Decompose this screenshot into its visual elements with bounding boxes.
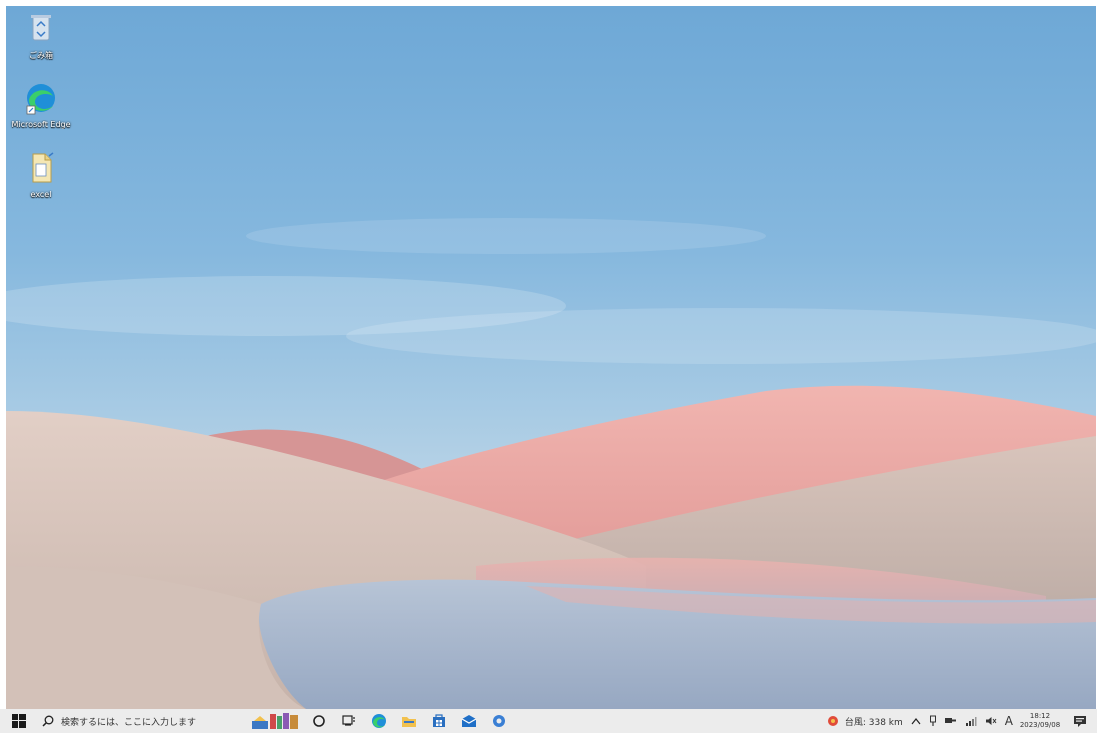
recycle-bin-icon [31, 15, 51, 41]
edge-label: Microsoft Edge [11, 120, 71, 129]
windows-logo-icon [12, 714, 26, 728]
start-button[interactable] [0, 709, 38, 733]
cortana-button[interactable] [304, 709, 334, 733]
notification-icon [1074, 716, 1086, 727]
gear-icon [493, 715, 505, 727]
usb-icon [929, 715, 936, 726]
input-indicator[interactable]: A [1001, 709, 1017, 733]
wifi-tray-button[interactable] [961, 709, 981, 733]
weather-widget[interactable]: 台風: 338 km [823, 709, 907, 733]
task-view-icon [342, 715, 355, 726]
taskbar-search-box[interactable]: 検索するには、ここに入力します [38, 710, 228, 732]
taskbar-pinned-apps [250, 709, 514, 733]
file-shortcut[interactable]: excel [6, 150, 76, 199]
volume-tray-button[interactable] [981, 709, 1001, 733]
clock[interactable]: 18:12 2023/09/08 [1017, 709, 1063, 733]
weather-alert-icon [827, 716, 838, 726]
folder-icon [402, 717, 416, 727]
edge-shortcut[interactable]: Microsoft Edge [6, 80, 76, 129]
file-explorer-button[interactable] [394, 709, 424, 733]
settings-button[interactable] [484, 709, 514, 733]
taskbar: 検索するには、ここに入力します 台風: 338 km A 18:12 2023/… [0, 709, 1097, 733]
network-tray-button[interactable] [941, 709, 961, 733]
weather-text: 台風: 338 km [844, 717, 903, 728]
network-icon [944, 718, 956, 723]
store-button[interactable] [424, 709, 454, 733]
recycle-bin-label: ごみ箱 [29, 51, 53, 60]
volume-icon [985, 717, 997, 725]
recycle-bin-shortcut[interactable]: ごみ箱 [6, 10, 76, 61]
search-placeholder: 検索するには、ここに入力します [61, 717, 197, 728]
file-label: excel [30, 190, 52, 199]
people-widget-icon [252, 713, 298, 729]
chevron-up-icon [911, 718, 921, 725]
edge-taskbar-button[interactable] [364, 709, 394, 733]
edge-icon [372, 714, 386, 728]
mail-button[interactable] [454, 709, 484, 733]
mail-icon [461, 715, 477, 727]
clock-time: 18:12 [1029, 712, 1051, 720]
search-icon [42, 715, 54, 727]
edge-icon [26, 84, 55, 115]
notification-center-button[interactable] [1063, 709, 1097, 733]
clock-date: 2023/09/08 [1019, 721, 1061, 729]
show-hidden-icons-button[interactable] [907, 709, 925, 733]
usb-tray-button[interactable] [925, 709, 941, 733]
task-view-button[interactable] [334, 709, 364, 733]
desktop-icons: ごみ箱 Microsoft Edge excel [6, 6, 86, 226]
system-tray: 台風: 338 km A 18:12 2023/09/08 [823, 709, 1097, 733]
people-widget-button[interactable] [250, 709, 304, 733]
wifi-signal-icon [965, 717, 977, 726]
wallpaper-landscape [6, 218, 1096, 709]
file-icon [32, 152, 54, 183]
desktop: ごみ箱 Microsoft Edge excel [6, 6, 1096, 709]
cortana-icon [313, 715, 325, 727]
store-icon [433, 714, 445, 727]
